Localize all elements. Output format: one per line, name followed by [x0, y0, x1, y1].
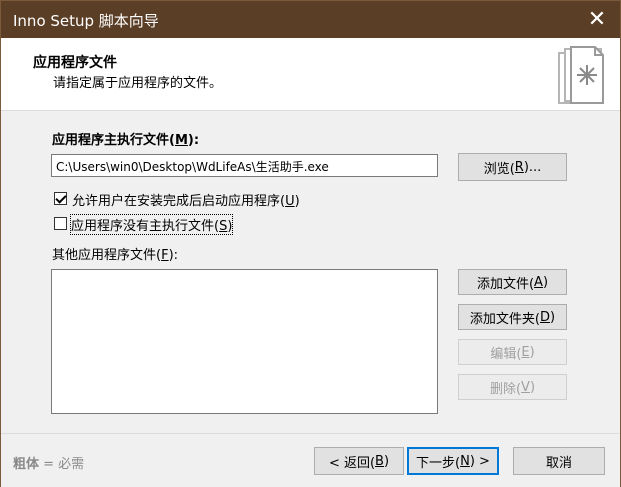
back-button[interactable]: < 返回(B) — [314, 447, 404, 475]
allow-run-checkbox[interactable] — [54, 192, 67, 205]
wizard-window: Inno Setup 脚本向导 ✕ 应用程序文件 请指定属于应用程序的文件。 应… — [0, 0, 621, 487]
no-main-exe-checkbox[interactable] — [54, 217, 67, 230]
window-title: Inno Setup 脚本向导 — [13, 12, 159, 30]
delete-button[interactable]: 删除(V) — [458, 374, 567, 400]
other-files-list[interactable] — [51, 269, 438, 414]
main-exe-label: 应用程序主执行文件(M): — [52, 133, 200, 148]
wizard-footer: 粗体 = 必需 < 返回(B) 下一步(N) > 取消 — [1, 433, 620, 487]
other-files-label: 其他应用程序文件(F): — [52, 248, 179, 263]
required-legend: 粗体 = 必需 — [13, 457, 85, 472]
edit-button[interactable]: 编辑(E) — [458, 339, 567, 365]
close-button[interactable]: ✕ — [574, 1, 620, 38]
allow-run-label[interactable]: 允许用户在安装完成后启动应用程序(U) — [72, 190, 300, 209]
wizard-body: 应用程序主执行文件(M): C:\Users\win0\Desktop\WdLi… — [1, 111, 620, 433]
wizard-header: 应用程序文件 请指定属于应用程序的文件。 — [1, 38, 620, 111]
add-folder-button[interactable]: 添加文件夹(D) — [458, 304, 567, 330]
main-exe-input[interactable]: C:\Users\win0\Desktop\WdLifeAs\生活助手.exe — [51, 154, 438, 177]
cancel-button[interactable]: 取消 — [513, 447, 605, 475]
page-subtitle: 请指定属于应用程序的文件。 — [53, 76, 223, 91]
no-main-exe-label[interactable]: 应用程序没有主执行文件(S) — [69, 214, 234, 235]
browse-button[interactable]: 浏览(R)... — [458, 153, 567, 181]
add-file-button[interactable]: 添加文件(A) — [458, 269, 567, 295]
page-title: 应用程序文件 — [33, 55, 117, 71]
close-icon: ✕ — [587, 7, 607, 32]
title-bar: Inno Setup 脚本向导 ✕ — [1, 1, 620, 38]
next-button[interactable]: 下一步(N) > — [407, 447, 499, 475]
document-icon — [558, 46, 604, 104]
